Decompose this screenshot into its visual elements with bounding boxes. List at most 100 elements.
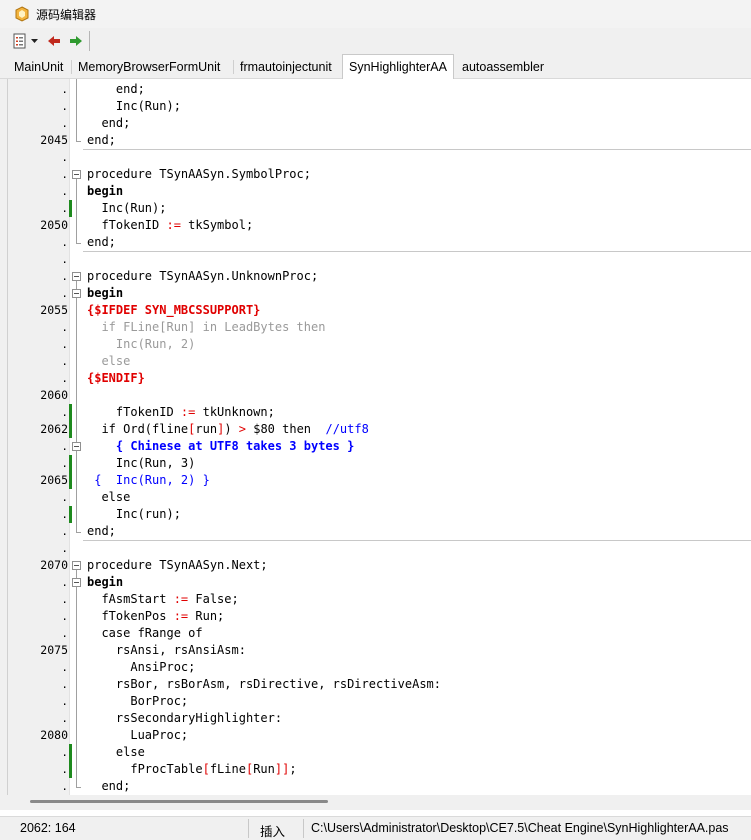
code-line: end; <box>87 132 116 149</box>
forward-button[interactable] <box>69 30 83 52</box>
procedure-separator <box>83 149 751 150</box>
horizontal-scrollbar[interactable] <box>0 795 751 810</box>
list-button[interactable] <box>12 30 28 52</box>
line-number: . <box>61 678 68 691</box>
code-token: fAsmStart <box>87 592 174 606</box>
fold-toggle-icon[interactable] <box>72 272 81 281</box>
code-token: procedure TSynAASyn.SymbolProc; <box>87 167 311 181</box>
fold-toggle-icon[interactable] <box>72 561 81 570</box>
code-token: tkSymbol; <box>180 218 254 232</box>
code-token: Inc(Run, 2) <box>87 337 196 351</box>
code-token: else <box>87 354 131 368</box>
code-token: fProcTable <box>87 762 203 776</box>
code-token: begin <box>87 184 124 198</box>
code-token: Run; <box>188 609 225 623</box>
code-token: > <box>238 422 246 436</box>
toolbar <box>0 28 751 54</box>
line-number: 2045 <box>40 133 68 147</box>
code-line: end; <box>87 81 145 98</box>
status-bar: 2062: 164 插入 C:\Users\Administrator\Desk… <box>0 816 751 840</box>
line-number: . <box>61 661 68 674</box>
line-number: 2060 <box>40 388 68 402</box>
code-line: procedure TSynAASyn.SymbolProc; <box>87 166 311 183</box>
scrollbar-thumb[interactable] <box>30 800 328 803</box>
line-number: . <box>61 576 68 589</box>
code-token: Inc(Run, 3) <box>87 456 196 470</box>
code-token: //utf8 <box>325 422 369 436</box>
line-number: . <box>61 406 68 419</box>
tab-synhighlighteraa[interactable]: SynHighlighterAA <box>342 54 454 79</box>
code-token: fTokenPos <box>87 609 174 623</box>
back-button[interactable] <box>47 30 61 52</box>
code-token: end; <box>87 116 131 130</box>
line-number: . <box>61 287 68 300</box>
code-token: end; <box>87 133 116 147</box>
code-token: else <box>87 490 131 504</box>
fold-toggle-icon[interactable] <box>72 578 81 587</box>
code-line: {$IFDEF SYN_MBCSSUPPORT} <box>87 302 260 319</box>
code-token: ) <box>224 422 239 436</box>
fold-toggle-icon[interactable] <box>72 442 81 451</box>
code-token: Run <box>253 762 275 776</box>
code-line: fTokenID := tkSymbol; <box>87 217 253 234</box>
code-token: begin <box>87 286 124 300</box>
code-token: tkUnknown; <box>195 405 275 419</box>
dropdown-button[interactable] <box>31 30 39 52</box>
code-token: False; <box>188 592 239 606</box>
code-line: Inc(Run, 2) <box>87 336 195 353</box>
line-number: . <box>61 100 68 113</box>
line-number: . <box>61 457 68 470</box>
line-number: . <box>61 440 68 453</box>
fold-toggle-icon[interactable] <box>72 170 81 179</box>
code-line: fAsmStart := False; <box>87 591 239 608</box>
code-token: LuaProc; <box>87 728 189 742</box>
code-token: end; <box>87 779 131 793</box>
left-panel-edge <box>0 79 8 805</box>
code-token: ]] <box>274 762 290 776</box>
code-token: end; <box>87 235 116 249</box>
procedure-separator <box>83 251 751 252</box>
modified-line-marker <box>69 200 72 217</box>
line-number: . <box>61 372 68 385</box>
code-line: begin <box>87 574 123 591</box>
tab-bar: MainUnit MemoryBrowserFormUnit frmautoin… <box>0 54 751 79</box>
window-title: 源码编辑器 <box>36 7 97 22</box>
code-token: {$ENDIF} <box>87 371 145 385</box>
procedure-separator <box>83 540 751 541</box>
fold-toggle-icon[interactable] <box>72 289 81 298</box>
code-token: := <box>180 405 196 419</box>
line-number: . <box>61 321 68 334</box>
line-number: . <box>61 185 68 198</box>
line-number: . <box>61 695 68 708</box>
line-number: . <box>61 491 68 504</box>
line-number: . <box>61 117 68 130</box>
tab-autoassembler[interactable]: autoassembler <box>456 57 550 77</box>
line-number: . <box>61 508 68 521</box>
line-number: . <box>61 253 68 266</box>
tab-mainunit[interactable]: MainUnit <box>8 57 69 77</box>
code-token: begin <box>87 575 124 589</box>
code-token: fTokenID <box>87 218 167 232</box>
code-editor[interactable]: ... 2045.... 2050.... 2055.... 2060. 2062.. 20… <box>8 79 751 795</box>
line-number: . <box>61 355 68 368</box>
code-token: Inc(Run); <box>87 99 181 113</box>
modified-line-marker <box>69 455 72 472</box>
tab-frmautoinjectunit[interactable]: frmautoinjectunit <box>234 57 338 77</box>
code-token: rsSecondaryHighlighter: <box>87 711 283 725</box>
code-line: else <box>87 353 130 370</box>
line-number: . <box>61 712 68 725</box>
code-line: if Ord(fline[run]) > $80 then //utf8 <box>87 421 369 438</box>
code-token: run <box>195 422 218 436</box>
modified-line-marker <box>69 506 72 523</box>
tab-memorybrowserformunit[interactable]: MemoryBrowserFormUnit <box>72 57 226 77</box>
fold-guide <box>76 79 77 141</box>
modified-line-marker <box>69 761 72 778</box>
code-line: procedure TSynAASyn.UnknownProc; <box>87 268 318 285</box>
fold-end <box>76 532 81 533</box>
fold-guide <box>76 178 77 243</box>
fold-guide <box>76 280 77 532</box>
code-token: procedure TSynAASyn.UnknownProc; <box>87 269 319 283</box>
code-line: Inc(Run, 3) <box>87 455 195 472</box>
code-line: begin <box>87 183 123 200</box>
code-token: else <box>87 745 145 759</box>
